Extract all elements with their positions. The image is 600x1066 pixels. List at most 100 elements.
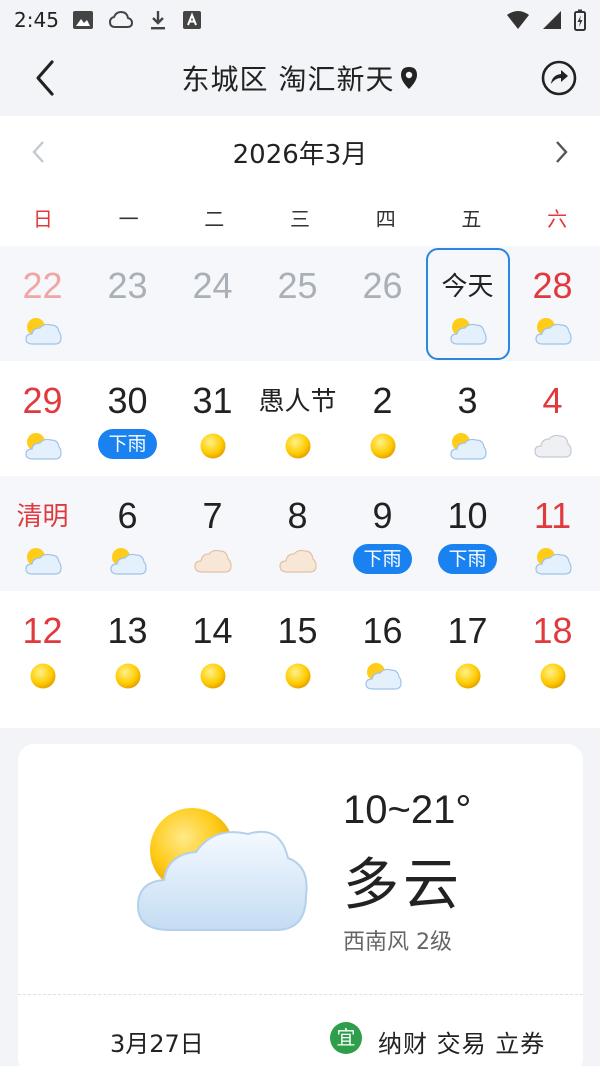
selected-date: 3月27日 bbox=[110, 1030, 204, 1058]
partly-cloudy-icon bbox=[534, 318, 572, 345]
weather-icon bbox=[454, 661, 482, 691]
month-bar: 2026年3月 bbox=[0, 116, 600, 188]
yi-badge: 宜 bbox=[330, 1022, 362, 1054]
day-label: 2 bbox=[372, 380, 393, 421]
day-label: 14 bbox=[192, 610, 233, 651]
calendar-day[interactable]: 7 bbox=[170, 476, 255, 591]
weather-icon bbox=[29, 661, 57, 691]
calendar-day-today[interactable]: 今天 bbox=[425, 246, 510, 361]
calendar-day[interactable]: 10 下雨 bbox=[425, 476, 510, 591]
calendar-day[interactable]: 12 bbox=[0, 591, 85, 706]
top-bar: 东城区 淘汇新天 bbox=[0, 40, 600, 116]
weather-icon bbox=[109, 546, 147, 576]
day-label: 17 bbox=[447, 610, 488, 651]
day-label: 24 bbox=[192, 265, 233, 306]
share-icon[interactable] bbox=[540, 59, 578, 97]
weather-icon bbox=[114, 661, 142, 691]
sun-icon bbox=[200, 663, 225, 689]
partly-cloudy-icon bbox=[534, 548, 572, 575]
sun-icon bbox=[115, 663, 140, 689]
day-label: 4 bbox=[542, 380, 563, 421]
calendar-day[interactable]: 31 bbox=[170, 361, 255, 476]
temperature-range: 10~21° bbox=[343, 788, 472, 832]
calendar-day[interactable]: 25 bbox=[255, 246, 340, 361]
month-title: 2026年3月 bbox=[232, 139, 368, 170]
calendar-day[interactable]: 8 bbox=[255, 476, 340, 591]
back-arrow-icon[interactable] bbox=[28, 58, 64, 98]
calendar-day[interactable]: 22 bbox=[0, 246, 85, 361]
calendar-day[interactable]: 2 bbox=[340, 361, 425, 476]
day-label: 6 bbox=[117, 495, 138, 536]
weather-icon bbox=[284, 661, 312, 691]
weather-icon bbox=[534, 546, 572, 576]
day-label: 7 bbox=[202, 495, 223, 536]
location-pin-icon bbox=[401, 67, 418, 89]
calendar-day[interactable]: 6 bbox=[85, 476, 170, 591]
calendar-day[interactable]: 9 下雨 bbox=[340, 476, 425, 591]
weekday-label: 六 bbox=[547, 206, 568, 231]
weather-icon bbox=[278, 546, 317, 576]
weather-condition: 多云 bbox=[343, 853, 463, 918]
haze-cloud-icon bbox=[193, 549, 232, 573]
day-label: 26 bbox=[362, 265, 403, 306]
weather-icon bbox=[449, 431, 487, 461]
weather-icon bbox=[24, 546, 62, 576]
calendar-day[interactable]: 17 bbox=[425, 591, 510, 706]
rain-badge: 下雨 bbox=[353, 544, 412, 574]
calendar-day[interactable]: 3 bbox=[425, 361, 510, 476]
weather-icon bbox=[24, 316, 62, 346]
yi-activities: 纳财 交易 立券 bbox=[378, 1030, 546, 1058]
calendar-day[interactable]: 23 bbox=[85, 246, 170, 361]
calendar-day[interactable]: 18 bbox=[510, 591, 595, 706]
calendar-day[interactable]: 愚人节 bbox=[255, 361, 340, 476]
weekday-label: 日 bbox=[32, 206, 53, 231]
partly-cloudy-icon bbox=[449, 433, 487, 460]
calendar-day[interactable]: 30 下雨 bbox=[85, 361, 170, 476]
calendar-day[interactable]: 24 bbox=[170, 246, 255, 361]
partly-cloudy-icon bbox=[136, 808, 308, 931]
day-label: 13 bbox=[107, 610, 148, 651]
calendar: 2026年3月 日 一 二 三 四 五 六 22 23 24 25 26 今天 28 29 30… bbox=[0, 116, 600, 728]
cloud-sync-icon bbox=[108, 11, 133, 28]
cloud-icon bbox=[533, 434, 572, 458]
day-label: 22 bbox=[22, 265, 63, 306]
location-name: 东城区 淘汇新天 bbox=[181, 63, 395, 96]
location-title[interactable]: 东城区 淘汇新天 bbox=[182, 58, 419, 98]
calendar-day[interactable]: 清明 bbox=[0, 476, 85, 591]
calendar-grid: 22 23 24 25 26 今天 28 29 30 下雨 31 愚人节 2 3 4 清明 6 7 8 9 下雨 10 下雨… bbox=[0, 246, 600, 706]
haze-cloud-icon bbox=[278, 549, 317, 573]
partly-cloudy-icon bbox=[109, 548, 147, 575]
weather-card[interactable]: 10~21° 多云 西南风 2级 3月27日 宜 纳财 交易 立券 bbox=[18, 744, 583, 1066]
next-month-icon[interactable] bbox=[550, 138, 572, 166]
prev-month-icon[interactable] bbox=[28, 138, 50, 166]
calendar-week-row: 12 13 14 15 16 17 18 bbox=[0, 591, 600, 706]
rain-badge: 下雨 bbox=[438, 544, 497, 574]
signal-icon bbox=[543, 11, 561, 29]
calendar-day[interactable]: 16 bbox=[340, 591, 425, 706]
today-highlight bbox=[426, 248, 510, 360]
calendar-day[interactable]: 28 bbox=[510, 246, 595, 361]
calendar-day[interactable]: 13 bbox=[85, 591, 170, 706]
calendar-day[interactable]: 26 bbox=[340, 246, 425, 361]
calendar-day[interactable]: 4 bbox=[510, 361, 595, 476]
weekday-label: 三 bbox=[289, 206, 310, 231]
sun-icon bbox=[455, 663, 480, 689]
weekday-label: 二 bbox=[204, 206, 225, 231]
weather-icon bbox=[364, 661, 402, 691]
day-label: 3 bbox=[457, 380, 478, 421]
day-label: 12 bbox=[22, 610, 63, 651]
calendar-day[interactable]: 14 bbox=[170, 591, 255, 706]
day-label: 清明 bbox=[16, 501, 69, 531]
calendar-day[interactable]: 29 bbox=[0, 361, 85, 476]
day-label: 8 bbox=[287, 495, 308, 536]
sun-icon bbox=[370, 433, 395, 459]
day-label: 30 bbox=[107, 380, 148, 421]
sun-icon bbox=[285, 663, 310, 689]
day-label: 28 bbox=[532, 265, 573, 306]
weather-icon bbox=[539, 661, 567, 691]
calendar-day[interactable]: 15 bbox=[255, 591, 340, 706]
weekday-label: 四 bbox=[375, 206, 396, 231]
day-label: 29 bbox=[22, 380, 63, 421]
weather-icon bbox=[369, 431, 397, 461]
calendar-day[interactable]: 11 bbox=[510, 476, 595, 591]
